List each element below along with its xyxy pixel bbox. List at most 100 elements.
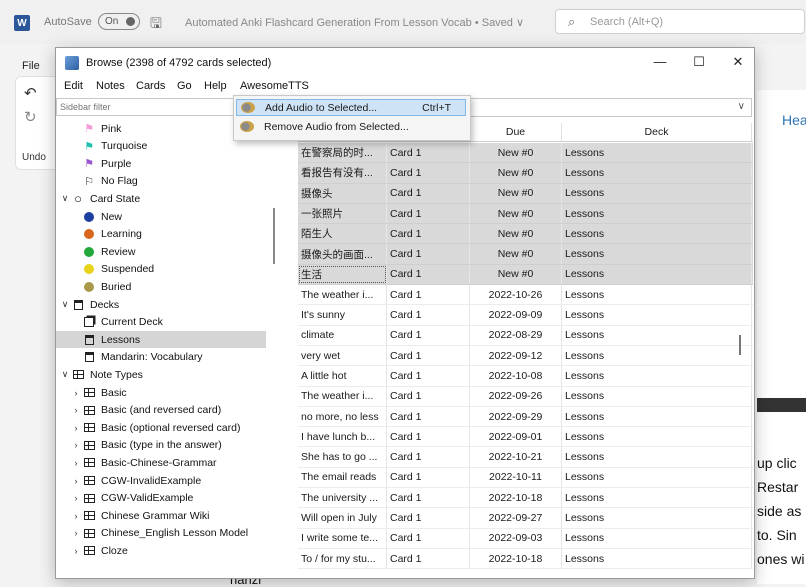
sidebar-item-label: Purple: [101, 157, 132, 170]
sidebar-item[interactable]: Buried: [56, 278, 266, 295]
table-row[interactable]: I have lunch b... Card 1 2022-09-01 Lessons: [298, 427, 753, 448]
sidebar-item[interactable]: › CGW-InvalidExample: [56, 472, 266, 489]
sidebar-item[interactable]: ∨ ○ Card State: [56, 190, 266, 207]
table-row[interactable]: The weather i... Card 1 2022-10-26 Lessons: [298, 285, 753, 306]
chevron-down-icon[interactable]: ∨: [59, 369, 71, 380]
chevron-right-icon[interactable]: ›: [70, 423, 82, 433]
cell-card: Card 1: [387, 406, 470, 427]
table-row[interactable]: 看报告有没有... Card 1 New #0 Lessons: [298, 163, 753, 184]
maximize-icon[interactable]: ☐: [687, 54, 711, 72]
flag-outline-icon: ⚐: [84, 175, 94, 188]
table-row[interactable]: 一张照片 Card 1 New #0 Lessons: [298, 203, 753, 225]
chevron-right-icon[interactable]: ›: [70, 405, 82, 415]
table-row[interactable]: The email reads Card 1 2022-10-11 Lessons: [298, 467, 753, 489]
column-deck[interactable]: Deck: [562, 123, 752, 141]
table-row[interactable]: very wet Card 1 2022-09-12 Lessons: [298, 345, 753, 367]
word-image-strip: [757, 398, 806, 412]
save-icon[interactable]: 🖫: [150, 13, 166, 31]
column-due[interactable]: Due: [470, 123, 562, 141]
cell-card: Card 1: [387, 447, 470, 467]
sidebar-item-label: CGW-InvalidExample: [101, 474, 202, 487]
sidebar-item[interactable]: New: [56, 208, 266, 225]
table-row[interactable]: no more, no less Card 1 2022-09-29 Lessons: [298, 406, 753, 428]
sidebar-item[interactable]: ⚑ Purple: [56, 155, 266, 172]
sidebar-scrollbar[interactable]: [273, 208, 275, 264]
cell-sort-field: I write some te...: [298, 528, 387, 548]
sidebar-item[interactable]: › Basic-Chinese-Grammar: [56, 454, 266, 471]
sidebar-item[interactable]: › Chinese_English Lesson Model: [56, 525, 266, 542]
word-search-box[interactable]: ⌕ Search (Alt+Q): [555, 9, 805, 34]
sidebar-item[interactable]: › Basic (type in the answer): [56, 437, 266, 454]
menu-edit[interactable]: Edit: [64, 80, 83, 92]
chevron-right-icon[interactable]: ›: [70, 458, 82, 468]
chevron-down-icon[interactable]: ∨: [59, 299, 71, 310]
sidebar-item[interactable]: ∨ Note Types: [56, 366, 266, 383]
document-title[interactable]: Automated Anki Flashcard Generation From…: [185, 16, 524, 29]
cell-card: Card 1: [387, 488, 470, 508]
notetype-icon: [82, 510, 96, 522]
chevron-right-icon[interactable]: ›: [70, 388, 82, 398]
menu-go[interactable]: Go: [177, 80, 192, 92]
sidebar-item[interactable]: Current Deck: [56, 314, 266, 331]
flag-icon: ⚑: [84, 140, 94, 153]
sidebar-item[interactable]: Mandarin: Vocabulary: [56, 349, 266, 366]
undo-icon[interactable]: ↶: [24, 84, 37, 102]
cell-card: Card 1: [387, 548, 470, 569]
cell-deck: Lessons: [562, 366, 752, 386]
sidebar-item-label: Current Deck: [101, 316, 163, 329]
file-tab[interactable]: File: [22, 60, 40, 72]
sidebar-item[interactable]: Learning: [56, 226, 266, 243]
cell-card: Card 1: [387, 325, 470, 345]
table-row[interactable]: It's sunny Card 1 2022-09-09 Lessons: [298, 305, 753, 326]
minimize-icon[interactable]: —: [648, 54, 672, 72]
sidebar-item[interactable]: Review: [56, 243, 266, 260]
sidebar-item[interactable]: › Basic (optional reversed card): [56, 419, 266, 436]
doc-text-fragment: ones wi: [757, 551, 805, 567]
autosave-toggle[interactable]: On: [98, 13, 140, 30]
menu-help[interactable]: Help: [204, 80, 227, 92]
chevron-down-icon[interactable]: ∨: [738, 101, 745, 112]
undo-group-label: Undo: [22, 152, 46, 163]
sidebar-item[interactable]: ∨ Decks: [56, 296, 266, 313]
menu-awesometts[interactable]: AwesomeTTS: [240, 80, 309, 92]
cell-sort-field: 一张照片: [298, 203, 387, 224]
table-row[interactable]: She has to go ... Card 1 2022-10-21 Lessons: [298, 447, 753, 468]
sidebar-item[interactable]: › Chinese Grammar Wiki: [56, 507, 266, 524]
cell-sort-field: She has to go ...: [298, 447, 387, 467]
remove-audio-menu-item[interactable]: Remove Audio from Selected...: [236, 118, 466, 135]
menu-cards[interactable]: Cards: [136, 80, 165, 92]
table-row[interactable]: 生活 Card 1 New #0 Lessons: [298, 264, 753, 286]
sidebar-item[interactable]: Suspended: [56, 261, 266, 278]
sidebar-item[interactable]: › Basic: [56, 384, 266, 401]
table-row[interactable]: 摄像头 Card 1 New #0 Lessons: [298, 183, 753, 204]
table-row[interactable]: To / for my stu... Card 1 2022-10-18 Lesson…: [298, 548, 753, 570]
chevron-right-icon[interactable]: ›: [70, 440, 82, 450]
table-row[interactable]: The university ... Card 1 2022-10-18 Lesson…: [298, 488, 753, 509]
chevron-right-icon[interactable]: ›: [70, 511, 82, 521]
table-row[interactable]: 摄像头的画面... Card 1 New #0 Lessons: [298, 244, 753, 265]
heading-style-partial[interactable]: Hea: [782, 112, 806, 128]
chevron-down-icon[interactable]: ∨: [59, 193, 71, 204]
table-row[interactable]: The weather i... Card 1 2022-09-26 Lessons: [298, 386, 753, 407]
table-row[interactable]: Will open in July Card 1 2022-09-27 Lessons: [298, 508, 753, 529]
table-row[interactable]: I write some te... Card 1 2022-09-03 Lesson…: [298, 528, 753, 549]
redo-icon[interactable]: ↻: [24, 108, 37, 126]
chevron-right-icon[interactable]: ›: [70, 476, 82, 486]
chevron-right-icon[interactable]: ›: [70, 546, 82, 556]
close-icon[interactable]: ✕: [726, 54, 750, 72]
table-row[interactable]: A little hot Card 1 2022-10-08 Lessons: [298, 366, 753, 387]
table-scrollbar[interactable]: [739, 335, 741, 355]
menu-notes[interactable]: Notes: [96, 80, 125, 92]
notetype-icon: [82, 527, 96, 539]
table-row[interactable]: climate Card 1 2022-08-29 Lessons: [298, 325, 753, 346]
sidebar-item[interactable]: Lessons: [56, 331, 266, 349]
sidebar-item[interactable]: › Cloze: [56, 542, 266, 559]
table-row[interactable]: 陌生人 Card 1 New #0 Lessons: [298, 224, 753, 245]
chevron-right-icon[interactable]: ›: [70, 493, 82, 503]
add-audio-menu-item[interactable]: Add Audio to Selected... Ctrl+T: [236, 99, 466, 116]
sidebar-item[interactable]: › Basic (and reversed card): [56, 402, 266, 419]
table-row[interactable]: 在警察局的时... Card 1 New #0 Lessons: [298, 143, 753, 164]
sidebar-item[interactable]: ⚐ No Flag: [56, 173, 266, 190]
chevron-right-icon[interactable]: ›: [70, 528, 82, 538]
sidebar-item[interactable]: › CGW-ValidExample: [56, 490, 266, 507]
